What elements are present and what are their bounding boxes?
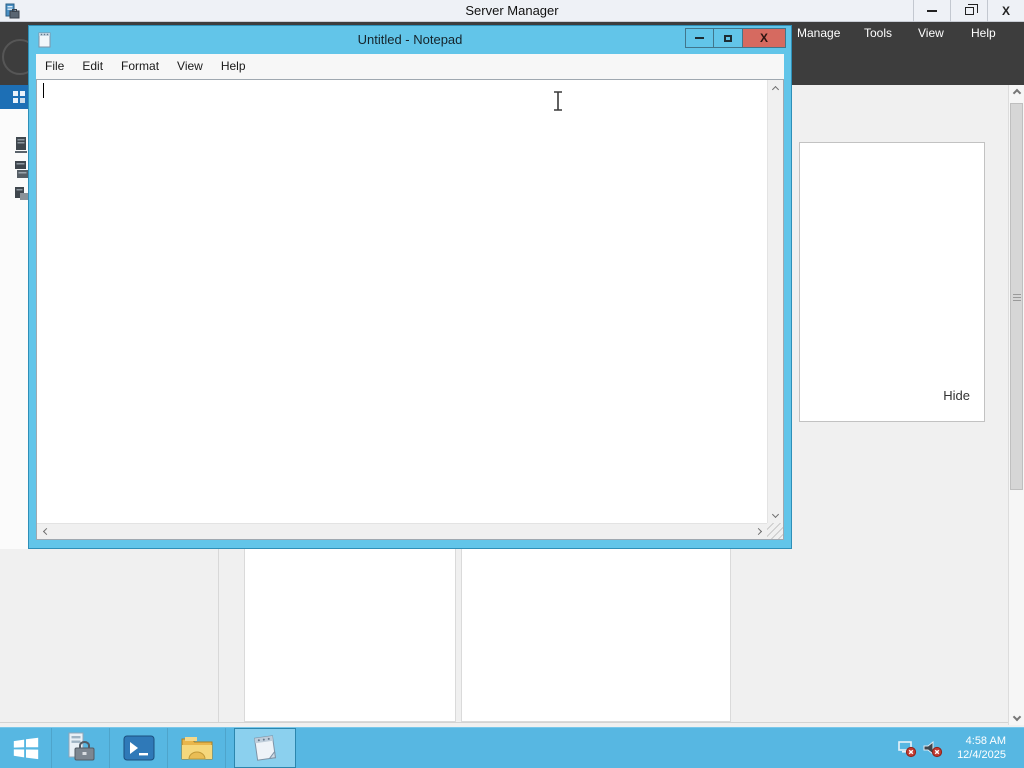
taskbar-file-explorer-button[interactable] bbox=[168, 728, 226, 768]
chevron-up-icon bbox=[1012, 88, 1021, 98]
notepad-minimize-button[interactable] bbox=[685, 28, 714, 48]
taskbar-server-manager-button[interactable] bbox=[52, 728, 110, 768]
close-icon: X bbox=[759, 31, 768, 45]
dashboard-icon bbox=[13, 91, 25, 103]
windows-logo-icon bbox=[13, 737, 38, 760]
chevron-down-icon bbox=[1012, 712, 1021, 722]
clock-time: 4:58 AM bbox=[965, 735, 1006, 747]
taskbar-powershell-button[interactable] bbox=[110, 728, 168, 768]
notepad-maximize-button[interactable] bbox=[714, 28, 743, 48]
menu-help[interactable]: Help bbox=[971, 22, 996, 44]
network-disconnected-icon[interactable] bbox=[897, 740, 917, 763]
chevron-down-icon bbox=[771, 510, 780, 518]
notepad-scroll-up-button[interactable] bbox=[768, 82, 783, 96]
menu-view[interactable]: View bbox=[918, 22, 944, 44]
chevron-left-icon bbox=[42, 527, 50, 536]
scroll-up-button[interactable] bbox=[1009, 85, 1024, 101]
notepad-menu-edit[interactable]: Edit bbox=[73, 54, 112, 79]
server-manager-window-controls: X bbox=[913, 0, 1024, 22]
clock-date: 12/4/2025 bbox=[957, 749, 1006, 761]
notepad-close-button[interactable]: X bbox=[743, 28, 786, 48]
dashboard-bottom-rule bbox=[0, 722, 1008, 723]
file-explorer-icon bbox=[181, 737, 212, 760]
notepad-menubar: File Edit Format View Help bbox=[36, 54, 784, 79]
scroll-down-button[interactable] bbox=[1009, 709, 1024, 725]
notepad-vertical-scrollbar[interactable] bbox=[767, 80, 783, 523]
server-manager-window-title: Server Manager bbox=[465, 3, 559, 18]
menu-tools[interactable]: Tools bbox=[864, 22, 892, 44]
server-manager-icon bbox=[68, 732, 94, 761]
mouse-ibeam-cursor bbox=[551, 90, 565, 117]
chevron-right-icon bbox=[754, 527, 762, 536]
notepad-client-area: File Edit Format View Help bbox=[36, 54, 784, 540]
sidebar-item-dashboard[interactable] bbox=[0, 85, 30, 109]
local-server-icon[interactable] bbox=[14, 137, 28, 159]
notepad-text-area[interactable] bbox=[36, 79, 784, 540]
taskbar-notepad-button-active[interactable] bbox=[234, 728, 296, 768]
taskbar: 4:58 AM 12/4/2025 bbox=[0, 727, 1024, 768]
sm-close-button[interactable]: X bbox=[987, 0, 1024, 22]
chevron-up-icon bbox=[771, 85, 780, 93]
sidebar bbox=[0, 85, 30, 549]
hide-link[interactable]: Hide bbox=[943, 388, 970, 403]
tile-column-divider bbox=[218, 549, 219, 722]
welcome-panel: Hide bbox=[799, 142, 985, 422]
notepad-titlebar[interactable]: Untitled - Notepad X bbox=[29, 26, 791, 54]
notepad-scroll-left-button[interactable] bbox=[39, 524, 53, 539]
notepad-menu-help[interactable]: Help bbox=[212, 54, 255, 79]
notepad-menu-file[interactable]: File bbox=[36, 54, 73, 79]
start-button[interactable] bbox=[0, 728, 52, 768]
notepad-window-title: Untitled - Notepad bbox=[357, 32, 463, 47]
server-manager-titlebar: Server Manager X bbox=[0, 0, 1024, 22]
powershell-icon bbox=[123, 735, 154, 761]
restore-icon bbox=[964, 4, 978, 15]
taskbar-clock[interactable]: 4:58 AM 12/4/2025 bbox=[957, 734, 1006, 762]
notepad-icon bbox=[253, 735, 277, 761]
dashboard-scrollbar[interactable] bbox=[1008, 85, 1024, 725]
maximize-icon bbox=[724, 34, 732, 42]
notepad-horizontal-scrollbar[interactable] bbox=[37, 523, 767, 539]
notepad-menu-format[interactable]: Format bbox=[112, 54, 168, 79]
scrollbar-thumb[interactable] bbox=[1010, 103, 1023, 490]
close-icon: X bbox=[1001, 4, 1010, 18]
file-storage-services-icon[interactable] bbox=[14, 186, 28, 206]
menu-manage[interactable]: Manage bbox=[797, 22, 840, 44]
sm-minimize-button[interactable] bbox=[913, 0, 950, 22]
minimize-icon bbox=[927, 10, 937, 12]
minimize-icon bbox=[695, 37, 704, 39]
notepad-window: Untitled - Notepad X File Edit Format Vi… bbox=[28, 25, 792, 549]
text-caret bbox=[43, 83, 44, 98]
volume-muted-icon[interactable] bbox=[922, 740, 944, 763]
notepad-menu-view[interactable]: View bbox=[168, 54, 212, 79]
role-tile-1 bbox=[244, 549, 456, 722]
notepad-scroll-right-button[interactable] bbox=[751, 524, 765, 539]
notepad-window-controls: X bbox=[685, 28, 786, 48]
resize-grip[interactable] bbox=[767, 523, 783, 539]
role-tile-2 bbox=[461, 549, 731, 722]
sm-restore-button[interactable] bbox=[950, 0, 987, 22]
scrollbar-grip-icon bbox=[1013, 294, 1021, 302]
all-servers-icon[interactable] bbox=[14, 161, 28, 184]
notepad-scroll-down-button[interactable] bbox=[768, 507, 783, 521]
